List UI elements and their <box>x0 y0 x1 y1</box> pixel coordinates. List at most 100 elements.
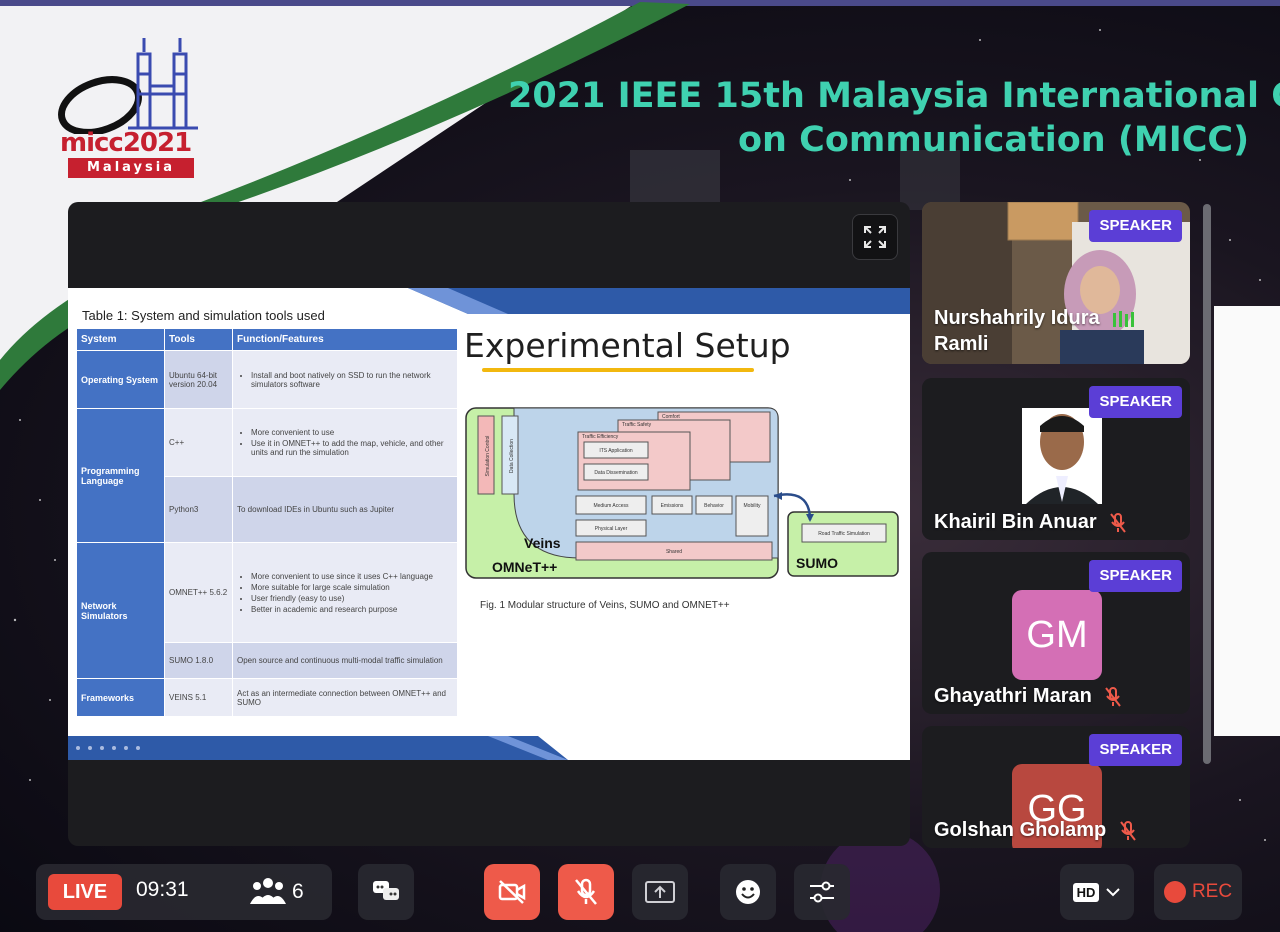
participant-name: Golshan Gholamp <box>934 819 1138 842</box>
chevron-down-icon <box>1106 888 1121 897</box>
list-item: More convenient to use since it uses C++… <box>251 572 453 581</box>
table-cell: Operating System <box>76 350 165 409</box>
behavior-label: Behavior <box>704 503 724 509</box>
list-item: Better in academic and research purpose <box>251 605 453 614</box>
table-cell: OMNET++ 5.6.2 <box>164 542 233 643</box>
live-timer: 09:31 <box>136 878 189 901</box>
table-row: Operating System Ubuntu 64-bit version 2… <box>76 350 458 409</box>
data-dissemination-label: Data Dissemination <box>594 470 638 476</box>
people-icon <box>250 878 286 904</box>
table-cell: Network Simulators <box>76 542 165 679</box>
logo-country: Malaysia <box>68 158 194 178</box>
share-screen-icon <box>645 881 675 903</box>
record-icon <box>1163 881 1186 903</box>
quality-selector[interactable]: HD <box>1060 864 1134 920</box>
live-status-bar: LIVE 09:31 6 <box>36 864 332 920</box>
mic-muted-icon <box>1120 820 1136 841</box>
settings-button[interactable] <box>794 864 850 920</box>
table-cell: SUMO 1.8.0 <box>164 642 233 679</box>
list-item: More suitable for large scale simulation <box>251 583 453 592</box>
shared-label: Shared <box>666 549 682 555</box>
table-row: Frameworks VEINS 5.1 Act as an intermedi… <box>76 678 458 717</box>
shared-screen-stage: Table 1: System and simulation tools use… <box>68 202 910 846</box>
list-item: Install and boot natively on SSD to run … <box>251 371 453 389</box>
its-application-label: ITS Application <box>599 448 633 454</box>
conference-title-line-1: 2021 IEEE 15th Malaysia International Co <box>508 76 1280 116</box>
expand-icon <box>864 226 886 248</box>
live-badge: LIVE <box>48 874 122 910</box>
road-traffic-label: Road Traffic Simulation <box>818 531 870 537</box>
participant-tile[interactable]: GG SPEAKER Golshan Gholamp <box>922 726 1190 848</box>
table-cell: Programming Language <box>76 408 165 543</box>
mic-off-icon <box>575 878 597 905</box>
title-underline <box>482 368 754 372</box>
table-row: Network Simulators OMNET++ 5.6.2 More co… <box>76 542 458 679</box>
reactions-button[interactable] <box>720 864 776 920</box>
table-header-row: System Tools Function/Features <box>76 328 458 351</box>
emissions-label: Emissions <box>661 503 684 509</box>
speaker-badge: SPEAKER <box>1089 734 1182 766</box>
chat-icon <box>373 881 399 900</box>
share-screen-button[interactable] <box>632 864 688 920</box>
mic-muted-icon <box>1110 512 1126 533</box>
sumo-label: SUMO <box>796 555 838 571</box>
table-cell: More convenient to use since it uses C++… <box>232 542 458 643</box>
table-header-cell: Tools <box>164 328 233 351</box>
record-button[interactable]: REC <box>1154 864 1242 920</box>
participant-name: Ghayathri Maran <box>934 685 1123 708</box>
hd-label: HD <box>1072 882 1100 902</box>
omnet-label: OMNeT++ <box>492 559 557 575</box>
tools-table: System Tools Function/Features Operating… <box>76 328 458 717</box>
slide-title: Experimental Setup <box>464 326 791 365</box>
smiley-icon <box>736 880 760 904</box>
participant-name-line-2: Ramli <box>934 333 989 355</box>
simulation-control-label: Simulation Control <box>485 436 491 477</box>
data-collection-label: Data Collection <box>509 439 515 473</box>
twin-towers-logo-icon <box>58 38 198 136</box>
figure-caption: Fig. 1 Modular structure of Veins, SUMO … <box>480 600 730 611</box>
list-item: Use it in OMNET++ to add the map, vehicl… <box>251 439 453 457</box>
speaker-badge: SPEAKER <box>1089 210 1182 242</box>
table-cell: Install and boot natively on SSD to run … <box>232 350 458 409</box>
table-cell: Ubuntu 64-bit version 20.04 <box>164 350 233 409</box>
table-caption: Table 1: System and simulation tools use… <box>82 308 325 323</box>
physical-layer-label: Physical Layer <box>595 526 628 532</box>
conference-title-line-2: on Communication (MICC) <box>738 120 1250 160</box>
logo-wordmark: micc2021 <box>60 128 192 158</box>
traffic-safety-label: Traffic Safety <box>622 422 652 428</box>
list-item: More convenient to use <box>251 428 453 437</box>
chat-button[interactable] <box>358 864 414 920</box>
record-label: REC <box>1191 881 1233 902</box>
comfort-label: Comfort <box>662 414 680 420</box>
table-header-cell: System <box>76 328 165 351</box>
participant-name: Nurshahrily Idura <box>934 307 1135 330</box>
veins-label: Veins <box>524 535 561 551</box>
participants-count: 6 <box>292 880 304 903</box>
speaker-badge: SPEAKER <box>1089 386 1182 418</box>
table-cell: Act as an intermediate connection betwee… <box>232 678 458 717</box>
participant-tile[interactable]: SPEAKER Khairil Bin Anuar <box>922 378 1190 540</box>
participant-tile[interactable]: GM SPEAKER Ghayathri Maran <box>922 552 1190 714</box>
scrollbar-thumb[interactable] <box>1203 204 1211 764</box>
sliders-icon <box>810 881 834 903</box>
avatar: GM <box>1012 590 1102 680</box>
slide-bottom-band <box>68 736 568 760</box>
participant-tile[interactable]: SPEAKER Nurshahrily Idura Ramli <box>922 202 1190 364</box>
participants-button[interactable]: 6 <box>250 876 326 908</box>
audio-level-icon <box>1113 310 1135 327</box>
table-cell: Frameworks <box>76 678 165 717</box>
table-row: Programming Language C++ More convenient… <box>76 408 458 543</box>
participant-name-text: Ghayathri Maran <box>934 685 1092 707</box>
camera-toggle-button[interactable] <box>484 864 540 920</box>
veins-architecture-diagram: Simulation Control Data Collection Comfo… <box>465 407 899 579</box>
microphone-toggle-button[interactable] <box>558 864 614 920</box>
table-cell: VEINS 5.1 <box>164 678 233 717</box>
fullscreen-button[interactable] <box>852 214 898 260</box>
list-item: User friendly (easy to use) <box>251 594 453 603</box>
table-cell: To download IDEs in Ubuntu such as Jupit… <box>232 476 458 543</box>
table-header-cell: Function/Features <box>232 328 458 351</box>
participant-name-text: Golshan Gholamp <box>934 819 1107 841</box>
table-cell: Open source and continuous multi-modal t… <box>232 642 458 679</box>
participant-name-text: Khairil Bin Anuar <box>934 511 1097 533</box>
table-cell: C++ <box>164 408 233 477</box>
